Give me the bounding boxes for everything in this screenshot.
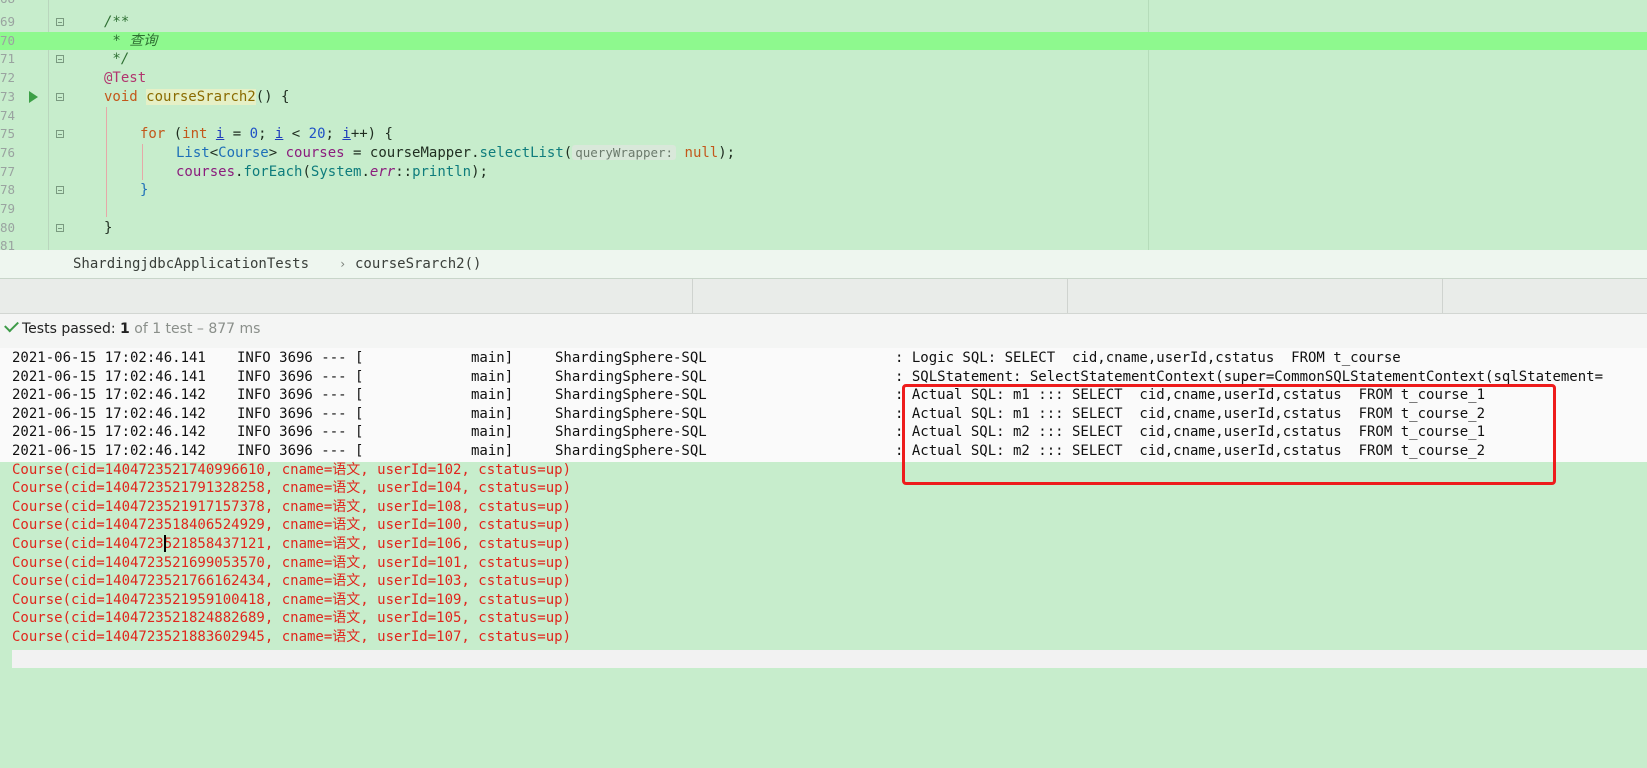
line-number: 72 — [0, 70, 16, 86]
code-text: courses.forEach(System.err::println); — [176, 163, 488, 180]
toolbar-divider — [692, 279, 693, 313]
code-line[interactable]: 68 — [0, 0, 1647, 9]
code-text: * 查询 — [104, 32, 158, 49]
breadcrumb-method[interactable]: courseSrarch2() — [355, 250, 481, 278]
toolbar-divider — [1067, 279, 1068, 313]
code-line[interactable]: 71 */ — [0, 50, 1647, 69]
annotation-highlight-box — [902, 384, 1556, 485]
code-line[interactable]: 75 for (int i = 0; i < 20; i++) { — [0, 125, 1647, 144]
line-number: 71 — [0, 51, 16, 67]
code-line[interactable]: 80 } — [0, 219, 1647, 238]
line-number: 77 — [0, 163, 16, 179]
fold-icon[interactable] — [56, 55, 64, 64]
chevron-right-icon: › — [339, 257, 347, 271]
console-empty-line — [12, 650, 1647, 668]
code-line[interactable]: 69 /** — [0, 13, 1647, 32]
test-status-bar: Tests passed: 1 of 1 test – 877 ms — [0, 314, 1647, 349]
code-text: /** — [104, 14, 130, 30]
stderr-line: Course(cid=1404723521858437121, cname=语文… — [12, 536, 572, 552]
param-hint: queryWrapper: — [572, 144, 677, 160]
run-test-icon[interactable] — [29, 90, 38, 103]
code-text: } — [104, 219, 113, 236]
log-line: 2021-06-15 17:02:46.142 INFO 3696 --- [ … — [12, 387, 1486, 404]
line-number: 74 — [0, 107, 16, 123]
code-text: for (int i = 0; i < 20; i++) { — [140, 126, 393, 143]
line-number: 73 — [0, 88, 16, 104]
line-number: 80 — [0, 219, 16, 235]
stderr-line: Course(cid=1404723521959100418, cname=语文… — [12, 591, 572, 608]
text-caret — [164, 535, 166, 552]
code-text: */ — [104, 51, 130, 68]
line-number: 79 — [0, 201, 16, 216]
line-number: 69 — [0, 14, 16, 29]
log-line: 2021-06-15 17:02:46.142 INFO 3696 --- [ … — [12, 405, 1486, 422]
line-number: 81 — [0, 238, 16, 250]
toolbar-divider — [1442, 279, 1443, 313]
fold-icon[interactable] — [56, 223, 64, 232]
fold-icon[interactable] — [56, 186, 64, 195]
log-line: 2021-06-15 17:02:46.141 INFO 3696 --- [ … — [12, 368, 1604, 385]
indent-guide — [142, 144, 143, 180]
stderr-line: Course(cid=1404723521740996610, cname=语文… — [12, 461, 572, 478]
code-editor[interactable]: 68 69 /** 70 * 查询 71 */ 72 @Test 73 void… — [0, 0, 1647, 250]
stderr-line: Course(cid=1404723521699053570, cname=语文… — [12, 554, 572, 571]
test-status-text: Tests passed: 1 of 1 test – 877 ms — [22, 321, 261, 337]
code-text: } — [140, 182, 149, 199]
log-line: 2021-06-15 17:02:46.141 INFO 3696 --- [ … — [12, 350, 1401, 366]
code-text: @Test — [104, 70, 147, 87]
code-line[interactable]: 72 @Test — [0, 69, 1647, 88]
code-line[interactable]: 76 List<Course> courses = courseMapper.s… — [0, 144, 1647, 163]
code-line[interactable]: 81 — [0, 237, 1647, 250]
run-toolbar — [0, 279, 1647, 314]
breadcrumb: ShardingjdbcApplicationTests › courseSra… — [0, 250, 1647, 279]
log-line: 2021-06-15 17:02:46.142 INFO 3696 --- [ … — [12, 443, 1486, 459]
stderr-line: Course(cid=1404723521917157378, cname=语文… — [12, 498, 572, 515]
stderr-line: Course(cid=1404723518406524929, cname=语文… — [12, 517, 572, 534]
fold-icon[interactable] — [56, 18, 64, 26]
code-line[interactable]: 73 void courseSrarch2() { — [0, 88, 1647, 107]
code-text: List<Course> courses = courseMapper.sele… — [176, 144, 736, 161]
code-line[interactable]: 78 } — [0, 181, 1647, 200]
code-line[interactable]: 74 — [0, 107, 1647, 126]
code-line[interactable]: 79 — [0, 200, 1647, 219]
stderr-line: Course(cid=1404723521791328258, cname=语文… — [12, 480, 572, 497]
line-number: 76 — [0, 144, 16, 160]
test-status-detail: of 1 test – 877 ms — [129, 321, 261, 337]
code-line-current[interactable]: 70 * 查询 — [0, 31, 1647, 51]
fold-icon[interactable] — [56, 130, 64, 139]
log-line: 2021-06-15 17:02:46.142 INFO 3696 --- [ … — [12, 424, 1486, 441]
check-icon — [4, 317, 19, 333]
stderr-line: Course(cid=1404723521824882689, cname=语文… — [12, 610, 572, 627]
line-number: 78 — [0, 182, 16, 198]
code-text: void courseSrarch2() { — [104, 88, 290, 105]
stderr-line: Course(cid=1404723521883602945, cname=语文… — [12, 629, 572, 645]
indent-guide — [106, 107, 107, 217]
stderr-line: Course(cid=1404723521766162434, cname=语文… — [12, 573, 572, 590]
line-number: 70 — [0, 32, 16, 48]
tests-passed-count: 1 — [120, 321, 130, 337]
breadcrumb-class[interactable]: ShardingjdbcApplicationTests — [73, 250, 309, 278]
line-number: 75 — [0, 126, 16, 142]
code-line[interactable]: 77 courses.forEach(System.err::println); — [0, 163, 1647, 182]
fold-icon[interactable] — [56, 92, 64, 101]
line-number: 68 — [0, 0, 18, 9]
